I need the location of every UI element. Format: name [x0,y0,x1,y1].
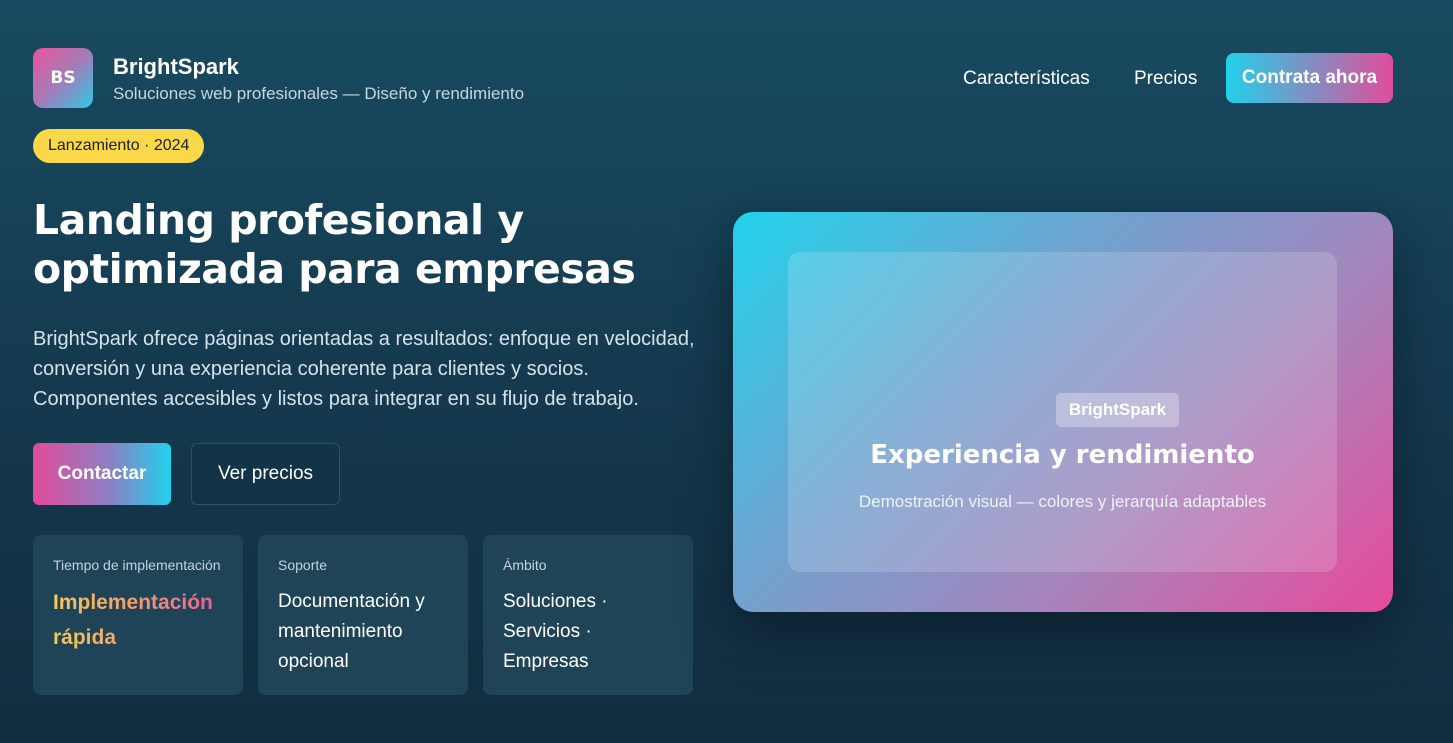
stat-value: Documentación y mantenimiento opcional [278,591,425,672]
stat-label: Tiempo de implementación [53,557,221,573]
contact-button[interactable]: Contactar [33,443,171,505]
stat-card-implementation: Tiempo de implementación Implementación … [33,535,243,695]
showcase-title: Experiencia y rendimiento [870,440,1255,470]
brand-logo[interactable]: BS [33,48,93,108]
stat-value: Soluciones · Servicios · Empresas [503,591,608,672]
showcase-tag: BrightSpark [1056,393,1179,427]
hero-title: Landing profesional y optimizada para em… [33,196,636,293]
showcase-inner-card: BrightSpark Experiencia y rendimiento De… [788,252,1337,572]
showcase-panel: BrightSpark Experiencia y rendimiento De… [733,212,1393,612]
site-header: BS BrightSpark Soluciones web profesiona… [33,48,1393,108]
stat-card-scope: Ámbito Soluciones · Servicios · Empresas [483,535,693,695]
nav-link-pricing[interactable]: Precios [1134,68,1197,90]
stat-label: Soporte [278,557,328,573]
stat-label: Ámbito [503,557,547,573]
brand-name: BrightSpark [113,54,239,79]
view-pricing-button[interactable]: Ver precios [191,443,340,505]
brand-tagline: Soluciones web profesionales — Diseño y … [113,84,525,103]
showcase-subtitle: Demostración visual — colores y jerarquí… [858,492,1267,511]
launch-badge: Lanzamiento · 2024 [33,129,205,163]
hire-now-button[interactable]: Contrata ahora [1226,53,1393,103]
stat-card-support: Soporte Documentación y mantenimiento op… [258,535,468,695]
stat-value: Implementación rápida [53,585,223,655]
nav-link-features[interactable]: Características [963,68,1090,90]
hero-description: BrightSpark ofrece páginas orientadas a … [33,328,695,410]
